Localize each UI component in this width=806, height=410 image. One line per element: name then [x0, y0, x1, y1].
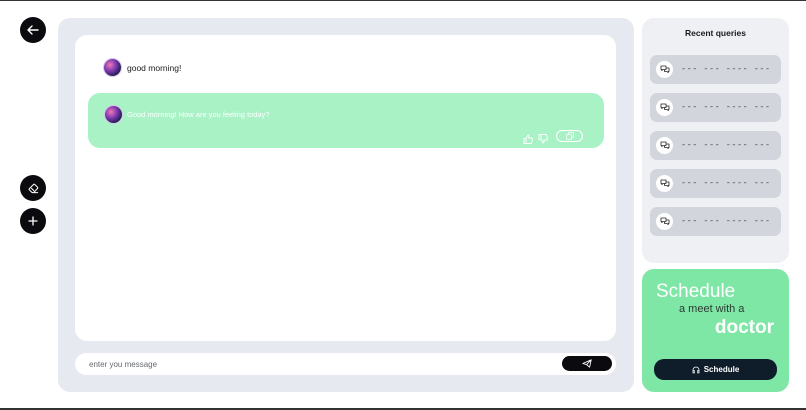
recent-query-item[interactable]: --- --- ---- ---: [650, 207, 781, 236]
recent-query-item[interactable]: --- --- ---- ---: [650, 131, 781, 160]
user-avatar: [104, 59, 121, 76]
chat-bubble-icon: [656, 175, 673, 192]
new-chat-button[interactable]: [20, 208, 46, 234]
chat-bubble-icon: [656, 137, 673, 154]
schedule-card: Schedule a meet with a doctor Schedule: [642, 269, 789, 392]
recent-query-text: --- --- ---- ---: [681, 140, 771, 150]
thumbs-up-icon[interactable]: [523, 131, 533, 149]
chat-bubble-icon: [656, 213, 673, 230]
schedule-heading: Schedule: [656, 281, 736, 302]
clear-chat-button[interactable]: [20, 175, 46, 201]
assistant-avatar: [105, 106, 122, 123]
chat-panel: good morning! Good morning! How are you …: [58, 18, 634, 392]
recent-queries-panel: Recent queries --- --- ---- --- --- --- …: [642, 18, 789, 263]
recent-queries-title: Recent queries: [685, 28, 746, 38]
chat-bubble-icon: [656, 61, 673, 78]
recent-query-text: --- --- ---- ---: [681, 216, 771, 226]
schedule-subtext: a meet with a: [679, 303, 745, 315]
send-icon: [582, 359, 592, 368]
message-input[interactable]: [89, 356, 549, 372]
recent-query-item[interactable]: --- --- ---- ---: [650, 169, 781, 198]
user-message: good morning!: [127, 63, 182, 73]
recent-query-item[interactable]: --- --- ---- ---: [650, 55, 781, 84]
schedule-button[interactable]: Schedule: [654, 359, 777, 380]
chat-bubble-icon: [656, 99, 673, 116]
recent-query-text: --- --- ---- ---: [681, 178, 771, 188]
assistant-message: Good morning! How are you feeling today?: [127, 110, 270, 119]
schedule-button-label: Schedule: [703, 365, 740, 374]
recent-query-text: --- --- ---- ---: [681, 102, 771, 112]
assistant-message-bubble: Good morning! How are you feeling today?: [88, 93, 604, 148]
chat-messages-area[interactable]: good morning! Good morning! How are you …: [75, 35, 616, 341]
thumbs-down-icon[interactable]: [538, 131, 548, 149]
headset-icon: [692, 366, 700, 373]
eraser-icon: [28, 183, 38, 193]
schedule-doctor-text: doctor: [714, 317, 774, 338]
message-input-bar: [75, 353, 616, 375]
send-button[interactable]: [562, 356, 612, 371]
top-border: [0, 0, 806, 1]
back-button[interactable]: [20, 17, 46, 43]
recent-query-text: --- --- ---- ---: [681, 64, 771, 74]
copy-button[interactable]: [556, 130, 583, 142]
plus-icon: [28, 216, 38, 226]
copy-icon: [565, 132, 574, 140]
recent-query-item[interactable]: --- --- ---- ---: [650, 93, 781, 122]
arrow-left-icon: [27, 25, 39, 35]
